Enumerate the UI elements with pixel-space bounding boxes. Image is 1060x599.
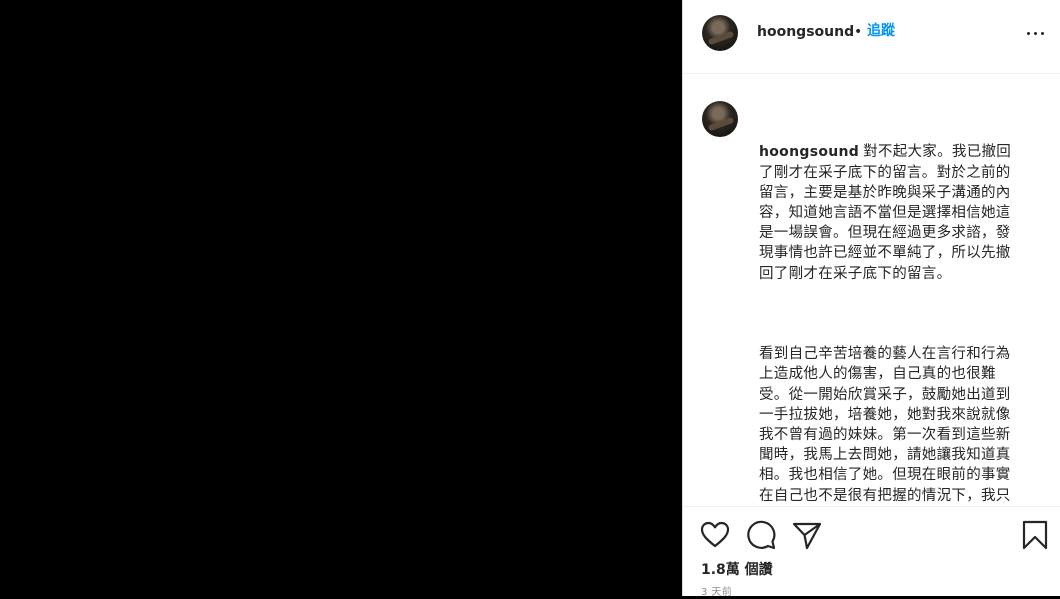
action-bar: 1.8萬 個讚 3 天前 — [683, 506, 1060, 599]
post-media[interactable] — [0, 0, 682, 596]
caption-paragraph-2: 看到自己辛苦培養的藝人在言行和行為上造成他人的傷害，自己真的也很難受。從一開始欣… — [759, 346, 1011, 502]
caption-avatar[interactable] — [702, 101, 738, 137]
caption-paragraph-1: 對不起大家。我已撤回了剛才在采子底下的留言。對於之前的留言，主要是基於昨晚與采子… — [759, 144, 1012, 282]
send-icon[interactable] — [791, 519, 823, 551]
comment-bubble-icon[interactable] — [745, 519, 777, 551]
post-header: hoongsound • 追蹤 — [683, 0, 1060, 74]
post-panel: hoongsound • 追蹤 hoongsound 對不起大家。我已撤回了剛才在… — [682, 0, 1060, 599]
post-timestamp[interactable]: 3 天前 — [701, 587, 732, 599]
comments-area[interactable]: hoongsound 對不起大家。我已撤回了剛才在采子底下的留言。對於之前的留言，… — [683, 74, 1060, 502]
heart-icon[interactable] — [699, 519, 731, 551]
separator-dot: • — [854, 24, 863, 40]
follow-button[interactable]: 追蹤 — [867, 22, 895, 40]
more-options-icon[interactable] — [1026, 24, 1046, 42]
post-caption: hoongsound 對不起大家。我已撤回了剛才在采子底下的留言。對於之前的留言，… — [759, 102, 1017, 502]
header-username[interactable]: hoongsound — [757, 23, 854, 41]
caption-username[interactable]: hoongsound — [759, 144, 859, 160]
likes-count[interactable]: 1.8萬 個讚 — [701, 561, 773, 579]
bookmark-icon[interactable] — [1019, 519, 1051, 551]
avatar[interactable] — [702, 15, 738, 51]
